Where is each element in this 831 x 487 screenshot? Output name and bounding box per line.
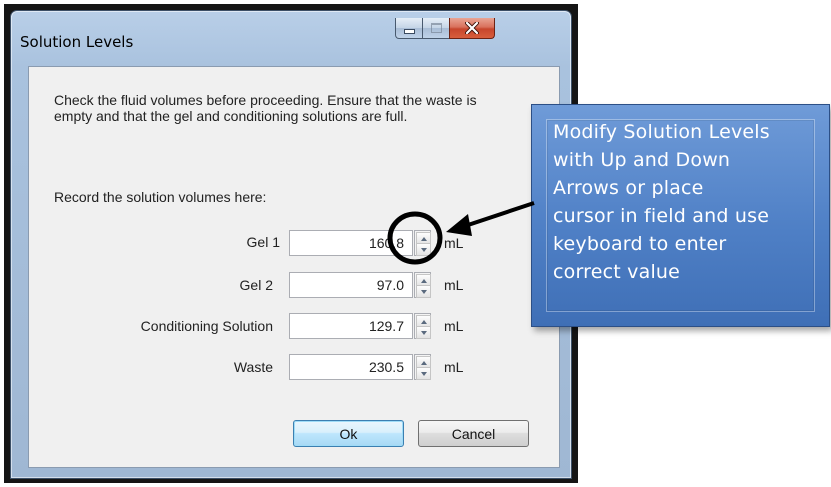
callout-arrow-head <box>446 214 472 236</box>
annotation-overlay <box>387 201 535 265</box>
highlight-circle <box>387 211 443 265</box>
callout-arrow-line <box>461 201 535 229</box>
